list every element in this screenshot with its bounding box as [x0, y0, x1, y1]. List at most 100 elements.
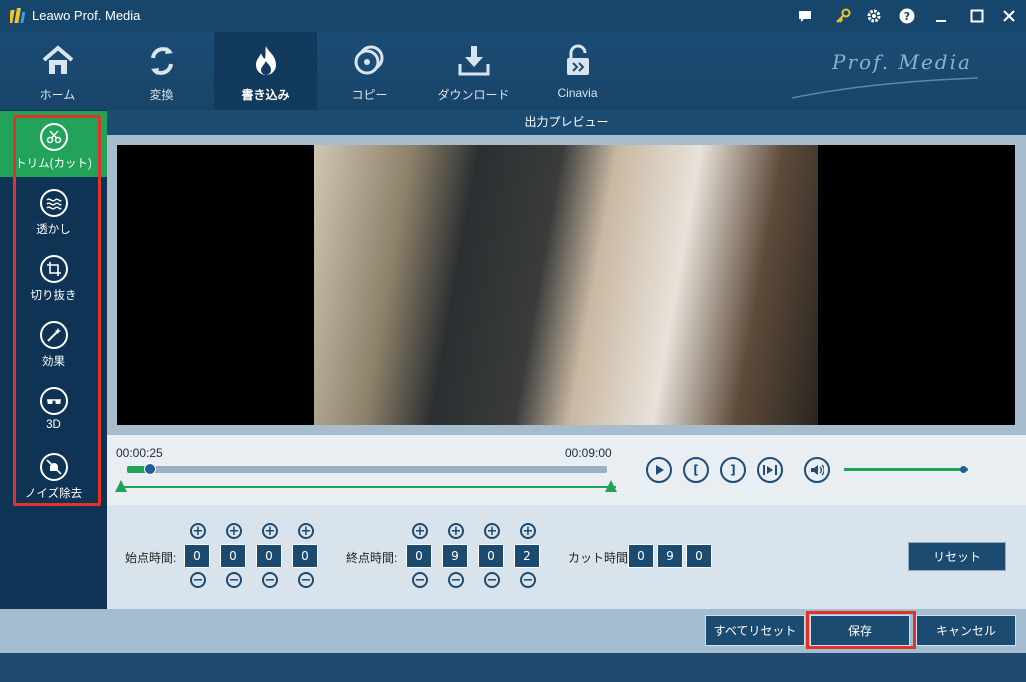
key-icon[interactable]	[832, 6, 854, 26]
sidebar-item-denoise[interactable]: ノイズ除去	[0, 441, 107, 507]
trim-end-marker[interactable]	[605, 480, 617, 492]
preview-title: 出力プレビュー	[107, 110, 1026, 135]
end-digit-2-plus[interactable]: +	[448, 523, 464, 539]
effect-wand-icon	[39, 321, 68, 349]
brand-swoosh-icon	[791, 77, 979, 99]
close-icon[interactable]	[998, 6, 1020, 26]
scissors-icon	[39, 123, 68, 151]
end-digit-3[interactable]: 0	[478, 544, 504, 568]
reset-all-button[interactable]: すべてリセット	[705, 615, 805, 646]
start-digit-3-minus[interactable]: −	[262, 572, 278, 588]
current-time: 00:00:25	[116, 446, 163, 460]
reset-button[interactable]: リセット	[908, 542, 1006, 571]
sidebar-item-watermark[interactable]: 透かし	[0, 177, 107, 243]
minimize-icon[interactable]	[930, 6, 952, 26]
tab-download[interactable]: ダウンロード	[422, 32, 525, 110]
start-digit-2-minus[interactable]: −	[226, 572, 242, 588]
end-digit-3-minus[interactable]: −	[484, 572, 500, 588]
sidebar-item-label: ノイズ除去	[24, 488, 83, 500]
end-digit-1-minus[interactable]: −	[412, 572, 428, 588]
end-digit-2[interactable]: 9	[442, 544, 468, 568]
3d-glasses-icon	[39, 387, 68, 415]
tab-cinavia-label: Cinavia	[557, 86, 598, 100]
start-digit-4[interactable]: 0	[292, 544, 318, 568]
tab-convert[interactable]: 変換	[110, 32, 213, 110]
volume-slider[interactable]	[844, 468, 968, 471]
bracket-open-icon: [	[693, 463, 699, 477]
chat-icon[interactable]	[794, 6, 816, 26]
tab-cinavia[interactable]: Cinavia	[526, 32, 629, 110]
sidebar-item-crop[interactable]: 切り抜き	[0, 243, 107, 309]
crop-icon	[39, 255, 68, 283]
sidebar-item-label: 効果	[42, 356, 65, 368]
start-digit-2[interactable]: 0	[220, 544, 246, 568]
end-digit-4-plus[interactable]: +	[520, 523, 536, 539]
cancel-button[interactable]: キャンセル	[916, 615, 1016, 646]
sidebar-item-label: 切り抜き	[30, 290, 77, 302]
cut-digit-3: 0	[686, 544, 712, 568]
maximize-icon[interactable]	[966, 6, 988, 26]
volume-thumb[interactable]	[960, 466, 967, 473]
tab-burn-label: 書き込み	[241, 88, 290, 102]
play-range-icon	[763, 465, 777, 475]
tab-copy-label: コピー	[351, 88, 388, 102]
sidebar-item-3d[interactable]: 3D	[0, 375, 107, 441]
sidebar-item-label: トリム(カット)	[15, 158, 92, 170]
save-button[interactable]: 保存	[810, 615, 910, 646]
video-preview-image	[314, 145, 818, 425]
denoise-icon	[39, 453, 68, 481]
speaker-icon	[811, 464, 824, 476]
play-button[interactable]	[646, 457, 672, 483]
home-icon	[42, 45, 73, 74]
tab-home[interactable]: ホーム	[6, 32, 109, 110]
gear-icon[interactable]	[863, 6, 885, 26]
bracket-close-icon: ]	[730, 463, 736, 477]
status-strip	[0, 653, 1026, 682]
start-digit-4-plus[interactable]: +	[298, 523, 314, 539]
end-digit-3-plus[interactable]: +	[484, 523, 500, 539]
help-icon[interactable]: ?	[896, 6, 918, 26]
download-icon	[458, 46, 489, 76]
disc-copy-icon	[354, 45, 383, 75]
trim-start-marker[interactable]	[115, 480, 127, 492]
start-digit-3-plus[interactable]: +	[262, 523, 278, 539]
cut-time-label: カット時間:	[568, 551, 632, 565]
total-time: 00:09:00	[565, 446, 612, 460]
unlock-icon	[566, 44, 589, 75]
tab-burn[interactable]: 書き込み	[214, 32, 317, 110]
volume-button[interactable]	[804, 457, 830, 483]
start-digit-1[interactable]: 0	[184, 544, 210, 568]
play-range-button[interactable]	[757, 457, 783, 483]
start-digit-3[interactable]: 0	[256, 544, 282, 568]
convert-icon	[150, 47, 173, 75]
end-digit-1-plus[interactable]: +	[412, 523, 428, 539]
tab-home-label: ホーム	[39, 88, 76, 102]
tab-copy[interactable]: コピー	[318, 32, 421, 110]
end-digit-4[interactable]: 2	[514, 544, 540, 568]
brand-logo: Prof. Media	[832, 50, 972, 74]
cut-digit-2: 9	[657, 544, 683, 568]
end-digit-1[interactable]: 0	[406, 544, 432, 568]
start-digit-2-plus[interactable]: +	[226, 523, 242, 539]
tab-download-label: ダウンロード	[437, 88, 510, 102]
sidebar-item-trim[interactable]: トリム(カット)	[0, 111, 107, 177]
sidebar-item-label: 3D	[46, 419, 61, 431]
trim-range-line	[120, 486, 616, 488]
start-digit-1-minus[interactable]: −	[190, 572, 206, 588]
sidebar-item-label: 透かし	[36, 224, 71, 236]
app-logo-icon	[10, 8, 26, 23]
tab-convert-label: 変換	[149, 88, 174, 102]
app-title: Leawo Prof. Media	[32, 8, 141, 23]
end-digit-4-minus[interactable]: −	[520, 572, 536, 588]
set-end-button[interactable]: ]	[720, 457, 746, 483]
burn-icon	[255, 46, 276, 75]
end-digit-2-minus[interactable]: −	[448, 572, 464, 588]
svg-text:?: ?	[904, 10, 910, 23]
start-digit-1-plus[interactable]: +	[190, 523, 206, 539]
sidebar-item-effect[interactable]: 効果	[0, 309, 107, 375]
seek-bar[interactable]	[127, 466, 607, 473]
set-start-button[interactable]: [	[683, 457, 709, 483]
play-icon	[656, 465, 664, 475]
seek-thumb[interactable]	[144, 463, 156, 475]
start-digit-4-minus[interactable]: −	[298, 572, 314, 588]
